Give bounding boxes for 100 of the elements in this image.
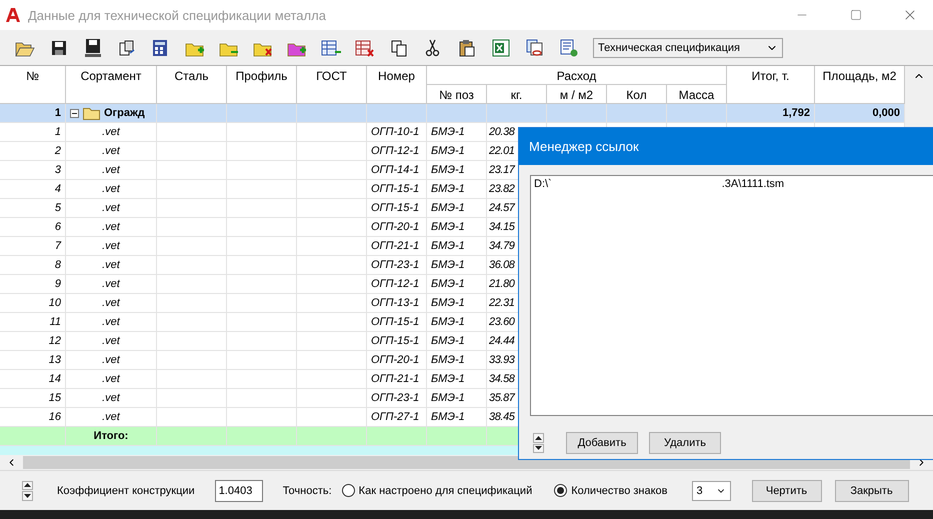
- table-cell: .vet: [102, 259, 120, 272]
- table-cell: БМЭ-1: [431, 316, 465, 328]
- table-cell: ОГП-12-1: [371, 145, 420, 158]
- area-cell: 0,000: [872, 107, 900, 120]
- draw-button[interactable]: Чертить: [752, 480, 822, 502]
- table-cell: БМЭ-1: [431, 126, 465, 138]
- table-cell: .vet: [102, 126, 120, 138]
- table-cell: 36.08: [489, 259, 515, 272]
- table-cell: .vet: [102, 278, 120, 290]
- table-cell: ОГП-21-1: [371, 373, 420, 386]
- row-number: 1: [54, 107, 61, 120]
- table-cell: 34.15: [489, 221, 515, 234]
- table-cell: 23.82: [489, 183, 515, 196]
- table-cell: ОГП-14-1: [371, 164, 420, 176]
- table-cell: ОГП-15-1: [371, 335, 420, 348]
- row-number: 12: [48, 335, 61, 348]
- table-cell: 24.57: [489, 202, 515, 214]
- table-cell: .vet: [102, 373, 120, 386]
- dialog-title: Менеджер ссылок: [519, 128, 933, 165]
- table-cell: .vet: [102, 183, 120, 196]
- table-cell: 23.60: [489, 316, 515, 328]
- table-cell: БМЭ-1: [431, 202, 465, 214]
- table-cell: .vet: [102, 354, 120, 366]
- table-cell: 35.87: [489, 392, 515, 404]
- table-cell: .vet: [102, 411, 120, 424]
- table-cell: .vet: [102, 297, 120, 310]
- row-number: 15: [48, 392, 61, 404]
- row-number: 5: [54, 202, 61, 214]
- row-number: 16: [48, 411, 61, 424]
- table-cell: БМЭ-1: [431, 411, 465, 424]
- column-group-header: Расход: [427, 66, 727, 86]
- window-title: Данные для технической спецификации металла: [28, 8, 327, 22]
- table-cell: БМЭ-1: [431, 354, 465, 366]
- table-cell: .vet: [102, 221, 120, 234]
- table-cell: ОГП-12-1: [371, 278, 420, 290]
- path-text: .3A\1111.tsm: [722, 178, 784, 190]
- row-number: 1: [54, 126, 61, 138]
- spec-type-dropdown[interactable]: Техническая спецификация: [593, 38, 783, 58]
- table-cell: ОГП-10-1: [371, 126, 420, 138]
- table-cell: 34.79: [489, 240, 515, 252]
- row-number: 7: [54, 240, 61, 252]
- table-cell: БМЭ-1: [431, 259, 465, 272]
- table-cell: ОГП-15-1: [371, 202, 420, 214]
- table-cell: 24.44: [489, 335, 515, 348]
- table-cell: БМЭ-1: [431, 240, 465, 252]
- row-number: 3: [54, 164, 61, 176]
- row-number: 11: [50, 316, 61, 328]
- table-cell: ОГП-27-1: [371, 411, 420, 424]
- coefficient-input[interactable]: 1.0403: [214, 480, 263, 502]
- row-number: 10: [48, 297, 61, 310]
- digits-dropdown[interactable]: 3: [692, 480, 730, 501]
- delete-button[interactable]: Удалить: [649, 432, 721, 454]
- radio-label[interactable]: Количество знаков: [571, 484, 668, 497]
- table-cell: .vet: [102, 240, 120, 252]
- row-number: 8: [54, 259, 61, 272]
- table-cell: БМЭ-1: [431, 145, 465, 158]
- table-cell: .vet: [102, 316, 120, 328]
- row-number: 9: [54, 278, 61, 290]
- row-number: 6: [54, 221, 61, 234]
- table-cell: 20.38: [489, 126, 515, 138]
- table-cell: БМЭ-1: [431, 373, 465, 386]
- table-cell: 23.17: [489, 164, 515, 176]
- table-cell: .vet: [102, 392, 120, 404]
- table-cell: БМЭ-1: [431, 278, 465, 290]
- coefficient-label: Коэффициент конструкции: [57, 484, 195, 497]
- table-cell: .vet: [102, 164, 120, 176]
- row-number: 14: [48, 373, 61, 386]
- table-cell: БМЭ-1: [431, 221, 465, 234]
- table-cell: ОГП-21-1: [371, 240, 420, 252]
- total-label: Итого:: [94, 430, 128, 442]
- table-cell: ОГП-15-1: [371, 316, 420, 328]
- row-number: 2: [54, 145, 61, 158]
- table-cell: ОГП-20-1: [371, 354, 420, 366]
- links-list[interactable]: D:\` .3A\1111.tsm: [530, 175, 933, 416]
- table-cell: .vet: [102, 145, 120, 158]
- table-cell: БМЭ-1: [431, 392, 465, 404]
- table-cell: ОГП-13-1: [371, 297, 420, 310]
- table-cell: ОГП-23-1: [371, 259, 420, 272]
- table-cell: 22.31: [489, 297, 515, 310]
- table-cell: .vet: [102, 202, 120, 214]
- row-number: 4: [54, 183, 61, 196]
- add-button[interactable]: Добавить: [566, 432, 638, 454]
- table-cell: БМЭ-1: [431, 297, 465, 310]
- close-dialog-button[interactable]: Закрыть: [834, 480, 908, 502]
- precision-label: Точность:: [282, 484, 332, 497]
- table-cell: БМЭ-1: [431, 164, 465, 176]
- table-cell: БМЭ-1: [431, 335, 465, 348]
- radio-label[interactable]: Как настроено для спецификаций: [358, 484, 532, 497]
- table-cell: БМЭ-1: [431, 183, 465, 196]
- table-cell: 33.93: [489, 354, 515, 366]
- table-cell: ОГП-15-1: [371, 183, 420, 196]
- table-cell: 22.01: [489, 145, 515, 158]
- row-number: 13: [48, 354, 61, 366]
- table-cell: ОГП-23-1: [371, 392, 420, 404]
- group-row[interactable]: 1 Огражд 1,792 0,000: [0, 104, 905, 124]
- table-cell: .vet: [102, 335, 120, 348]
- table-cell: 34.58: [489, 373, 515, 386]
- table-cell: 21.80: [489, 278, 515, 290]
- table-cell: ОГП-20-1: [371, 221, 420, 234]
- total-cell: 1,792: [782, 107, 810, 120]
